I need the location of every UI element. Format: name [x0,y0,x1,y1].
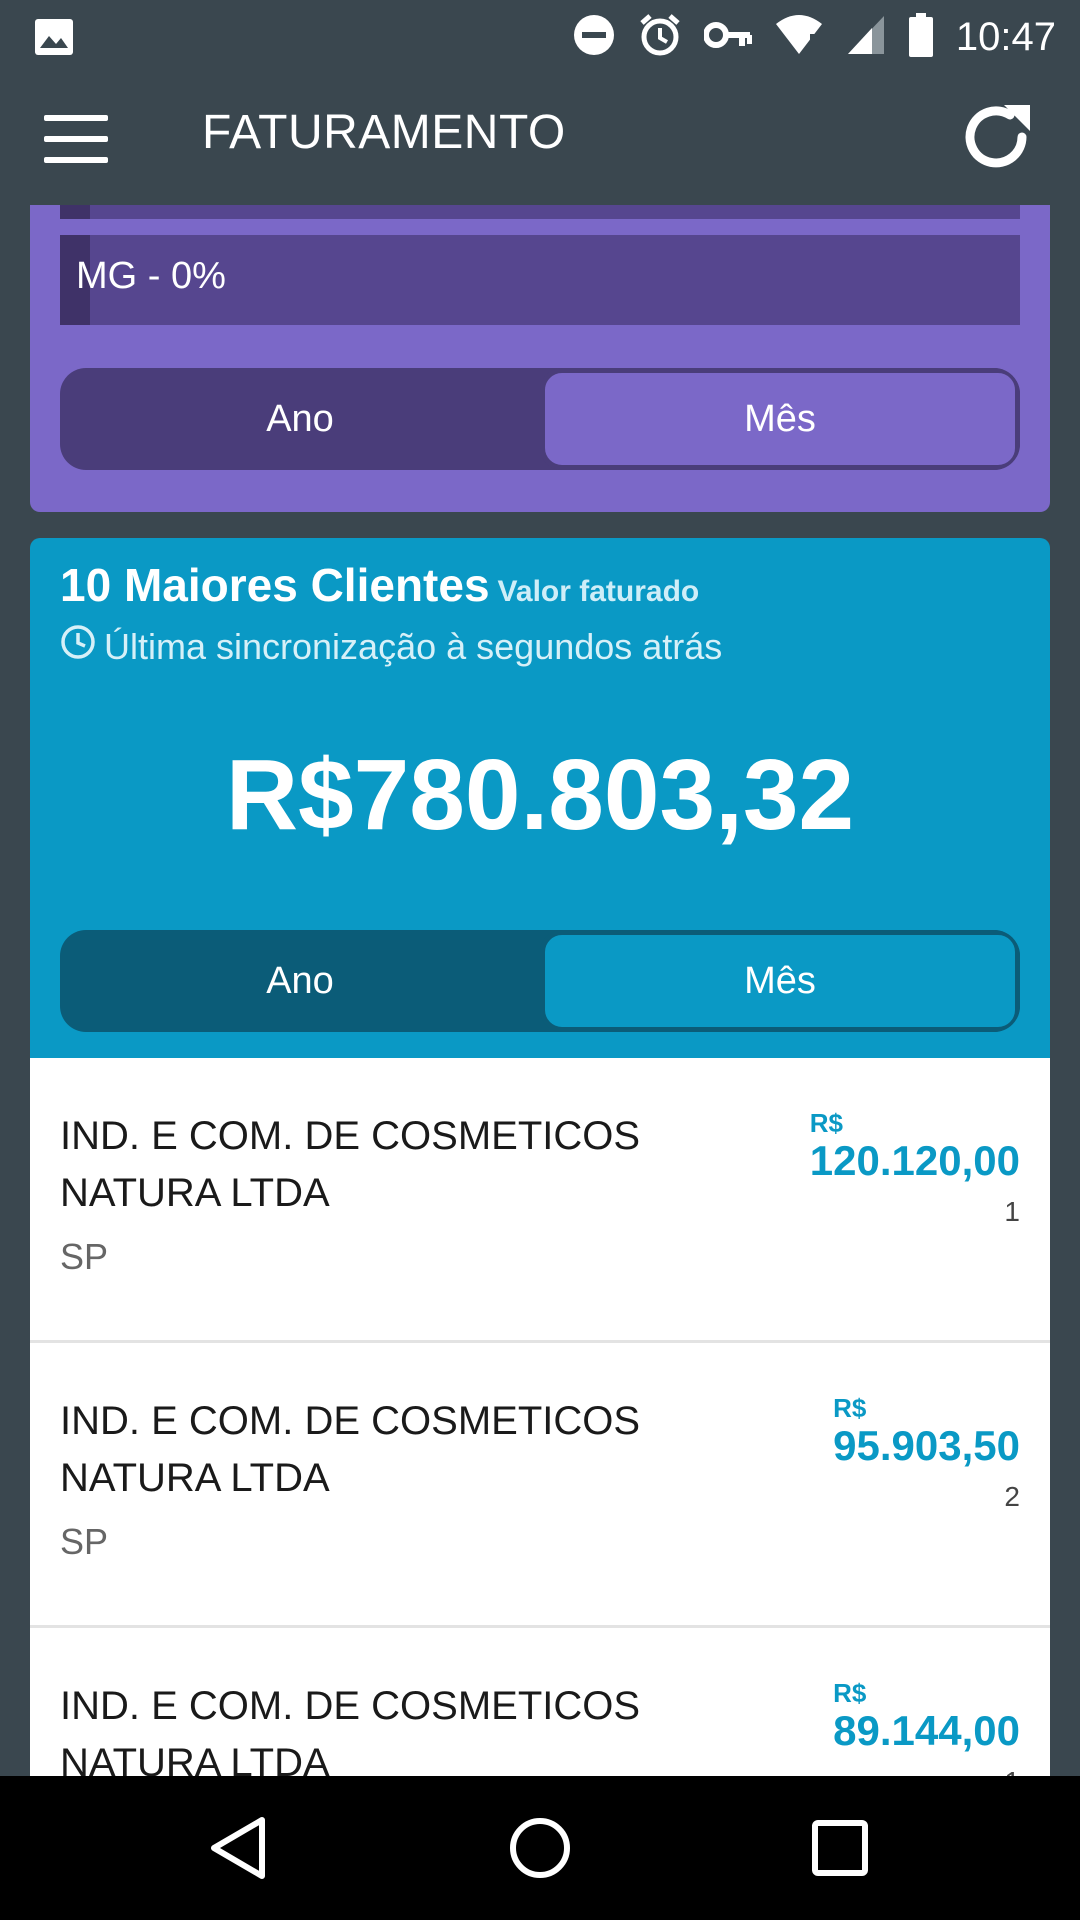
sync-status: Última sincronização à segundos atrás [60,624,722,669]
currency-label: R$ [833,1393,867,1423]
value-amount: 120.120,00 [809,1137,1020,1184]
status-bar: 10:47 [0,0,1080,75]
refresh-icon[interactable] [960,101,1036,177]
home-icon[interactable] [504,1812,576,1884]
scroll-content[interactable]: MG - 0% Ano Mês 10 Maiores Clientes Valor… [0,205,1080,1776]
vpn-key-icon [702,20,753,54]
clients-list: IND. E COM. DE COSMETICOS NATURA LTDA SP… [30,1058,1050,1776]
value-amount: 89.144,00 [833,1707,1020,1754]
value-amount: 95.903,50 [833,1422,1020,1469]
currency-label: R$ [833,1678,867,1708]
back-icon[interactable] [204,1812,276,1884]
image-icon [34,18,74,60]
app-bar: FATURAMENTO [0,75,1080,205]
list-item[interactable]: IND. E COM. DE COSMETICOS NATURA LTDA SP… [30,1343,1050,1628]
client-name: IND. E COM. DE COSMETICOS NATURA LTDA [60,1114,641,1215]
wifi-icon [774,14,824,60]
toggle-mes[interactable]: Mês [540,368,1020,470]
client-rank: 1 [1004,1766,1020,1776]
mg-label: MG - 0% [76,255,226,297]
period-toggle: Ano Mês [60,368,1020,470]
hamburger-menu-icon[interactable] [44,115,108,165]
period-toggle: Ano Mês [60,930,1020,1032]
top-clients-card: 10 Maiores Clientes Valor faturado Última… [30,538,1050,1058]
alarm-icon [638,13,682,61]
page-title: FATURAMENTO [202,106,566,159]
sync-text: Última sincronização à segundos atrás [104,625,723,667]
client-rank: 1 [1004,1196,1020,1227]
client-uf: SP [60,1521,109,1562]
card-title: 10 Maiores Clientes [60,559,490,611]
client-value: R$ 95.903,50 [833,1393,1020,1468]
list-item[interactable]: IND. E COM. DE COSMETICOS NATURA LTDA SP… [30,1058,1050,1343]
card-subtitle: Valor faturado [497,575,700,608]
dnd-icon [572,13,616,61]
client-name: IND. E COM. DE COSMETICOS NATURA LTDA [60,1399,641,1500]
signal-icon [846,14,886,60]
region-progress-bar [60,205,1020,219]
clock-time: 10:47 [955,14,1056,59]
client-value: R$ 89.144,00 [833,1678,1020,1753]
toggle-ano[interactable]: Ano [60,368,540,470]
region-card: MG - 0% Ano Mês [30,205,1050,512]
list-item[interactable]: IND. E COM. DE COSMETICOS NATURA LTDA R$… [30,1628,1050,1776]
total-value: R$780.803,32 [225,739,855,851]
system-nav-bar [0,1776,1080,1920]
client-value: R$ 120.120,00 [810,1108,1020,1183]
clock-icon [60,624,96,669]
client-rank: 2 [1004,1481,1020,1512]
currency-label: R$ [809,1108,844,1138]
client-uf: SP [60,1236,109,1277]
client-name: IND. E COM. DE COSMETICOS NATURA LTDA [60,1684,641,1776]
region-progress-bar-mg: MG - 0% [60,235,1020,325]
recents-icon[interactable] [804,1812,876,1884]
toggle-ano[interactable]: Ano [60,930,540,1032]
battery-icon [908,13,934,61]
toggle-mes[interactable]: Mês [540,930,1020,1032]
